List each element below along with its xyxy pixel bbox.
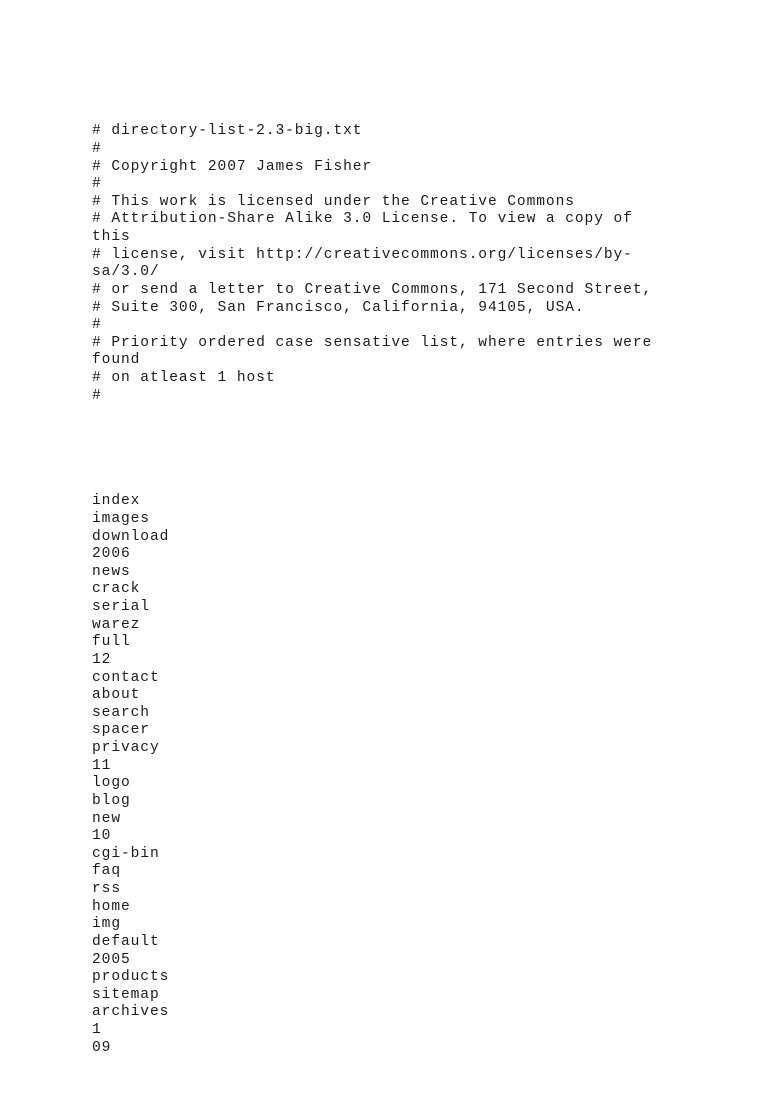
wordlist-entry: 09 xyxy=(92,1039,112,1056)
wordlist-entry-block: index images download 2006 news crack serial wa… xyxy=(92,493,664,1057)
wordlist-entry: warez xyxy=(92,616,141,633)
comment-line: # on atleast 1 host xyxy=(92,370,276,386)
wordlist-entry: download xyxy=(92,528,170,545)
comment-line: # Priority ordered case sensative list, … xyxy=(92,334,662,369)
comment-line: # directory-list-2.3-big.txt xyxy=(92,123,363,140)
wordlist-entry: sitemap xyxy=(92,986,160,1003)
wordlist-entry: archives xyxy=(92,1004,170,1021)
wordlist-entry: 10 xyxy=(92,828,112,845)
comment-line: # xyxy=(92,140,102,157)
comment-line: # xyxy=(92,387,102,404)
plain-text-content: # directory-list-2.3-big.txt # # Copyright… xyxy=(92,88,664,1093)
comment-line: # Attribution-Share Alike 3.0 License. T… xyxy=(92,211,643,245)
wordlist-entry: full xyxy=(92,634,131,651)
wordlist-entry: contact xyxy=(92,669,160,686)
wordlist-entry: search xyxy=(92,704,150,721)
wordlist-entry: privacy xyxy=(92,740,160,757)
wordlist-entry: blog xyxy=(92,792,131,809)
wordlist-entry: spacer xyxy=(92,722,150,739)
wordlist-entry: images xyxy=(92,510,150,527)
wordlist-entry: news xyxy=(92,563,131,580)
comment-line: # or send a letter to Creative Commons, … xyxy=(92,281,653,298)
wordlist-entry: faq xyxy=(92,863,121,880)
wordlist-entry: rss xyxy=(92,881,121,898)
wordlist-entry: 2005 xyxy=(92,951,131,968)
wordlist-entry: logo xyxy=(92,775,131,792)
wordlist-entry: default xyxy=(92,933,160,950)
blank-line-separator xyxy=(92,441,664,459)
wordlist-entry: serial xyxy=(92,599,150,616)
comment-line: # This work is licensed under the Creati… xyxy=(92,193,575,210)
comment-line: # license, visit http://creativecommons.… xyxy=(92,246,633,281)
document-page: # directory-list-2.3-big.txt # # Copyright… xyxy=(0,0,768,1056)
wordlist-entry: crack xyxy=(92,581,141,598)
wordlist-entry: 11 xyxy=(92,757,112,774)
comment-line: # Suite 300, San Francisco, California, … xyxy=(92,299,585,316)
wordlist-entry: about xyxy=(92,687,141,704)
wordlist-entry: index xyxy=(92,493,141,510)
comment-line: # xyxy=(92,317,102,334)
file-header-comment-block: # directory-list-2.3-big.txt # # Copyright… xyxy=(92,123,664,405)
wordlist-entry: new xyxy=(92,810,121,827)
wordlist-entry: 1 xyxy=(92,1022,102,1039)
wordlist-entry: 12 xyxy=(92,651,112,668)
wordlist-entry: 2006 xyxy=(92,546,131,563)
wordlist-entry: home xyxy=(92,898,131,915)
comment-line: # xyxy=(92,176,102,193)
wordlist-entry: products xyxy=(92,969,170,986)
comment-line: # Copyright 2007 James Fisher xyxy=(92,158,373,175)
wordlist-entry: img xyxy=(92,916,121,933)
wordlist-entry: cgi-bin xyxy=(92,845,160,862)
